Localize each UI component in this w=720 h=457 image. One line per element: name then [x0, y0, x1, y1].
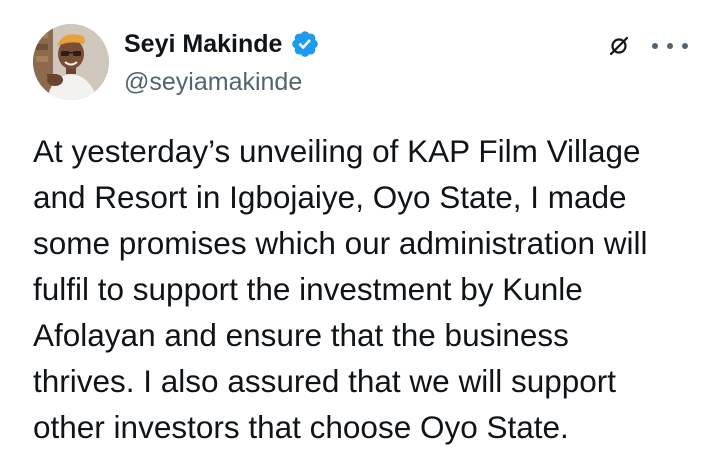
tweet-text-line: thrives. I also assured that we will sup… [33, 363, 617, 399]
tweet-text: At yesterday’s unveiling of KAP Film Vil… [33, 128, 713, 450]
tweet-text-line: and Resort in Igbojaiye, Oyo State, I ma… [33, 179, 627, 215]
tweet-text-line: At yesterday’s unveiling of KAP Film Vil… [33, 133, 641, 169]
author-name-text[interactable]: Seyi Makinde [124, 28, 282, 60]
more-options-icon[interactable] [652, 33, 688, 59]
author-name[interactable]: Seyi Makinde [124, 28, 320, 60]
tweet-text-line: fulfil to support the investment by Kunl… [33, 271, 583, 307]
verified-badge-icon [290, 29, 320, 59]
tweet-text-line: some promises which our administration w… [33, 225, 648, 261]
more-dot [667, 43, 673, 49]
tweet-card: Seyi Makinde @seyiamakinde At yesterday’… [0, 0, 720, 457]
grok-icon[interactable] [606, 33, 632, 59]
more-dot [652, 43, 658, 49]
tweet-text-line: Afolayan and ensure that the business [33, 317, 569, 353]
avatar[interactable] [33, 24, 109, 100]
more-dot [682, 43, 688, 49]
author-handle[interactable]: @seyiamakinde [124, 66, 302, 98]
tweet-text-line: other investors that choose Oyo State. [33, 409, 569, 445]
